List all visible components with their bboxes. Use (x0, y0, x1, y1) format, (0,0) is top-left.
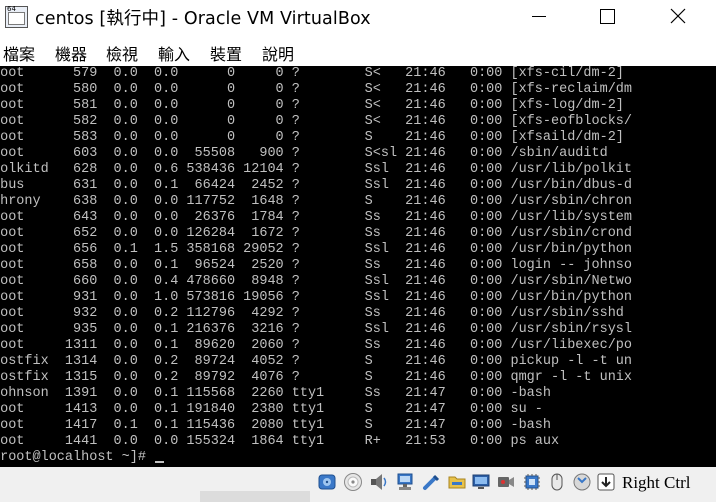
menu-bar: 檔案 機器 檢視 輸入 裝置 說明 (0, 38, 716, 66)
keyboard-capture-icon[interactable] (572, 472, 592, 492)
terminal-line: root 660 0.0 0.4 478660 8948 ? Ssl 21:46… (0, 274, 633, 289)
title-bar: 64 centos [執行中] - Oracle VM VirtualBox (0, 0, 716, 34)
vm-display[interactable]: root 579 0.0 0.0 0 0 ? S< 21:46 0:00 [xf… (0, 66, 716, 467)
audio-icon[interactable] (369, 472, 389, 492)
host-key-label: Right Ctrl (622, 473, 691, 492)
menu-view[interactable]: 檢視 (106, 41, 138, 65)
menu-help[interactable]: 說明 (262, 41, 294, 65)
terminal-line: polkitd 628 0.0 0.6 538436 12104 ? Ssl 2… (0, 162, 633, 177)
shell-prompt: [root@localhost ~]# (0, 450, 155, 465)
terminal-output: root 579 0.0 0.0 0 0 ? S< 21:46 0:00 [xf… (0, 66, 632, 466)
close-icon (670, 8, 686, 24)
terminal-line: root 580 0.0 0.0 0 0 ? S< 21:46 0:00 [xf… (0, 82, 633, 97)
terminal-line: root 652 0.0 0.0 126284 1672 ? Ss 21:46 … (0, 226, 633, 241)
terminal-line: johnson 1391 0.0 0.1 115568 2260 tty1 Ss… (0, 386, 551, 401)
background-window-peek (200, 491, 310, 502)
menu-file[interactable]: 檔案 (3, 41, 35, 65)
shared-folder-icon[interactable] (447, 472, 467, 492)
close-button[interactable] (654, 0, 700, 32)
terminal-line: dbus 631 0.0 0.1 66424 2452 ? Ssl 21:46 … (0, 178, 633, 193)
terminal-line: root 1417 0.1 0.1 115436 2080 tty1 S 21:… (0, 418, 551, 433)
host-key-arrow-icon[interactable] (596, 472, 616, 492)
terminal-prompt-line: [root@localhost ~]# (0, 450, 632, 466)
terminal-line: root 582 0.0 0.0 0 0 ? S< 21:46 0:00 [xf… (0, 114, 633, 129)
virtualbox-app-icon[interactable]: 64 (5, 5, 28, 28)
minimize-button[interactable] (515, 0, 561, 32)
terminal-line: root 603 0.0 0.0 55508 900 ? S<sl 21:46 … (0, 146, 608, 161)
menu-input[interactable]: 輸入 (158, 41, 190, 65)
terminal-line: root 658 0.0 0.1 96524 2520 ? Ss 21:46 0… (0, 258, 633, 273)
terminal-line: root 932 0.0 0.2 112796 4292 ? Ss 21:46 … (0, 306, 624, 321)
menu-devices[interactable]: 裝置 (210, 41, 242, 65)
mouse-integration-icon[interactable] (547, 472, 567, 492)
terminal-line: postfix 1315 0.0 0.2 89792 4076 ? S 21:4… (0, 370, 633, 385)
video-capture-icon[interactable] (496, 472, 516, 492)
terminal-line: root 935 0.0 0.1 216376 3216 ? Ssl 21:46… (0, 322, 633, 337)
text-cursor (155, 461, 165, 463)
terminal-line: root 581 0.0 0.0 0 0 ? S< 21:46 0:00 [xf… (0, 98, 624, 113)
terminal-line: chrony 638 0.0 0.0 117752 1648 ? S 21:46… (0, 194, 633, 209)
usb-icon[interactable] (421, 472, 441, 492)
terminal-line: root 579 0.0 0.0 0 0 ? S< 21:46 0:00 [xf… (0, 66, 624, 81)
hard-disk-icon[interactable] (317, 472, 337, 492)
terminal-line: root 583 0.0 0.0 0 0 ? S 21:46 0:00 [xfs… (0, 130, 624, 145)
optical-disc-icon[interactable] (343, 472, 363, 492)
maximize-button[interactable] (584, 0, 630, 32)
cpu-icon[interactable] (522, 472, 542, 492)
window-title: centos [執行中] - Oracle VM VirtualBox (35, 9, 371, 29)
menu-machine[interactable]: 機器 (55, 41, 87, 65)
terminal-line: root 643 0.0 0.0 26376 1784 ? Ss 21:46 0… (0, 210, 633, 225)
status-bar: Right Ctrl (0, 467, 716, 502)
network-icon[interactable] (395, 472, 415, 492)
terminal-line: root 1311 0.0 0.1 89620 2060 ? Ss 21:46 … (0, 338, 633, 353)
terminal-line: root 656 0.1 1.5 358168 29052 ? Ssl 21:4… (0, 242, 633, 257)
terminal-line: postfix 1314 0.0 0.2 89724 4052 ? S 21:4… (0, 354, 633, 369)
terminal-line: root 931 0.0 1.0 573816 19056 ? Ssl 21:4… (0, 290, 633, 305)
terminal-line: root 1413 0.0 0.1 191840 2380 tty1 S 21:… (0, 402, 543, 417)
display-icon[interactable] (471, 472, 491, 492)
terminal-line: root 1441 0.0 0.0 155324 1864 tty1 R+ 21… (0, 434, 560, 449)
